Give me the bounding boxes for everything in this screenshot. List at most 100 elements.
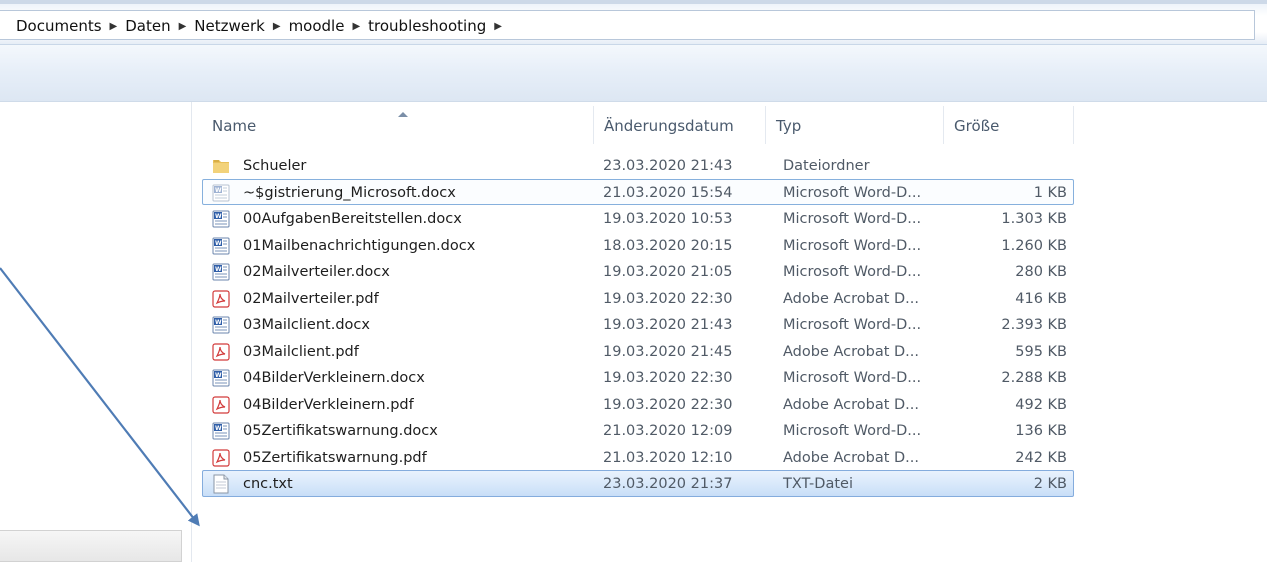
file-type: Microsoft Word-D... (783, 211, 922, 227)
file-date: 19.03.2020 21:45 (603, 343, 733, 360)
file-row[interactable]: 05Zertifikatswarnung.pdf 21.03.2020 12:10… (202, 444, 1074, 471)
column-header-size[interactable]: Größe (944, 106, 1074, 144)
file-name: 01Mailbenachrichtigungen.docx (243, 237, 476, 254)
file-name: ~$gistrierung_Microsoft.docx (243, 184, 456, 201)
file-type: Adobe Acrobat D... (783, 290, 920, 307)
file-date: 19.03.2020 21:43 (603, 317, 733, 333)
breadcrumb-moodle[interactable]: moodle (289, 17, 345, 35)
file-row[interactable]: W 03Mailclient.docx 19.03.2020 21:43 Micros… (202, 311, 1074, 338)
breadcrumb-chevron-icon[interactable]: ▶ (273, 21, 281, 32)
file-date: 19.03.2020 22:30 (603, 370, 733, 386)
svg-text:W: W (215, 240, 222, 247)
column-header-name-label: Name (212, 117, 257, 135)
column-header-name[interactable]: Name (202, 106, 594, 144)
pdf-icon (211, 395, 231, 415)
column-header-date-label: Änderungsdatum (604, 117, 734, 135)
file-type: Dateiordner (783, 158, 870, 174)
folder-icon (211, 156, 231, 176)
file-size: 595 KB (1015, 343, 1067, 360)
file-name: 05Zertifikatswarnung.pdf (243, 449, 427, 466)
file-size: 1 KB (1033, 184, 1067, 201)
navigation-pane-item[interactable] (0, 530, 182, 562)
file-name: 03Mailclient.pdf (243, 343, 359, 360)
file-type: Adobe Acrobat D... (783, 396, 920, 413)
breadcrumb: Documents ▶ Daten ▶ Netzwerk ▶ moodle ▶ … (16, 17, 510, 35)
word-document-icon: W (211, 209, 231, 229)
file-date: 19.03.2020 21:05 (603, 264, 733, 280)
breadcrumb-chevron-icon[interactable]: ▶ (110, 21, 118, 32)
svg-text:W: W (215, 266, 222, 273)
file-size: 136 KB (1015, 423, 1067, 439)
file-row[interactable]: Schueler 23.03.2020 21:43 Dateiordner (202, 152, 1074, 179)
word-document-icon: W (211, 236, 231, 256)
column-header-date[interactable]: Änderungsdatum (594, 106, 766, 144)
file-type: Adobe Acrobat D... (783, 449, 920, 466)
file-name: cnc.txt (243, 476, 293, 492)
file-size: 416 KB (1015, 290, 1067, 307)
file-size: 2.393 KB (1001, 317, 1067, 333)
command-toolbar (0, 44, 1267, 102)
breadcrumb-netzwerk[interactable]: Netzwerk (194, 17, 265, 35)
file-row[interactable]: W 05Zertifikatswarnung.docx 21.03.2020 12:… (202, 417, 1074, 444)
file-type: Microsoft Word-D... (783, 317, 922, 333)
file-row[interactable]: W 04BilderVerkleinern.docx 19.03.2020 22:3… (202, 364, 1074, 391)
file-date: 19.03.2020 10:53 (603, 211, 733, 227)
file-date: 19.03.2020 22:30 (603, 396, 733, 413)
file-name: 00AufgabenBereitstellen.docx (243, 211, 462, 227)
file-type: Microsoft Word-D... (783, 184, 922, 201)
file-row[interactable]: W 01Mailbenachrichtigungen.docx 18.03.2020… (202, 232, 1074, 259)
text-file-icon (211, 474, 231, 494)
file-row[interactable]: 02Mailverteiler.pdf 19.03.2020 22:30 Adobe… (202, 285, 1074, 312)
breadcrumb-documents[interactable]: Documents (16, 17, 102, 35)
file-size: 2.288 KB (1001, 370, 1067, 386)
column-header-type[interactable]: Typ (766, 106, 944, 144)
navigation-pane[interactable] (0, 102, 192, 562)
breadcrumb-daten[interactable]: Daten (125, 17, 170, 35)
column-header-type-label: Typ (776, 117, 802, 135)
column-header-row: Name Änderungsdatum Typ Größe (202, 106, 1074, 144)
file-list: Schueler 23.03.2020 21:43 Dateiordner W ~$gi… (202, 152, 1074, 497)
pdf-icon (211, 448, 231, 468)
file-name: 04BilderVerkleinern.pdf (243, 396, 414, 413)
file-type: Microsoft Word-D... (783, 237, 922, 254)
file-date: 21.03.2020 12:09 (603, 423, 733, 439)
file-size: 280 KB (1015, 264, 1067, 280)
pdf-icon (211, 289, 231, 309)
word-document-icon: W (211, 315, 231, 335)
word-document-icon: W (211, 421, 231, 441)
file-row[interactable]: 04BilderVerkleinern.pdf 19.03.2020 22:30 A… (202, 391, 1074, 418)
pdf-icon (211, 342, 231, 362)
file-type: TXT-Datei (783, 476, 853, 492)
file-size: 1.303 KB (1001, 211, 1067, 227)
breadcrumb-troubleshooting[interactable]: troubleshooting (368, 17, 486, 35)
file-row[interactable]: W ~$gistrierung_Microsoft.docx 21.03.2020 … (202, 178, 1074, 205)
file-date: 19.03.2020 22:30 (603, 290, 733, 307)
file-size: 2 KB (1033, 476, 1067, 492)
file-name: 02Mailverteiler.pdf (243, 290, 379, 307)
svg-text:W: W (215, 425, 222, 432)
word-temp-icon: W (211, 183, 231, 203)
breadcrumb-chevron-icon[interactable]: ▶ (352, 21, 360, 32)
file-row[interactable]: 03Mailclient.pdf 19.03.2020 21:45 Adobe Ac… (202, 338, 1074, 365)
file-type: Adobe Acrobat D... (783, 343, 920, 360)
file-size: 1.260 KB (1001, 237, 1067, 254)
word-document-icon: W (211, 368, 231, 388)
breadcrumb-chevron-icon[interactable]: ▶ (494, 21, 502, 32)
svg-text:W: W (215, 319, 222, 326)
file-name: 05Zertifikatswarnung.docx (243, 423, 438, 439)
file-row[interactable]: W 00AufgabenBereitstellen.docx 19.03.2020 … (202, 205, 1074, 232)
address-bar: Documents ▶ Daten ▶ Netzwerk ▶ moodle ▶ … (0, 0, 1267, 44)
file-type: Microsoft Word-D... (783, 370, 922, 386)
file-row[interactable]: cnc.txt 23.03.2020 21:37 TXT-Datei 2 KB (202, 470, 1074, 497)
column-header-size-label: Größe (954, 117, 1000, 135)
svg-text:W: W (215, 187, 222, 194)
breadcrumb-chevron-icon[interactable]: ▶ (179, 21, 187, 32)
file-row[interactable]: W 02Mailverteiler.docx 19.03.2020 21:05 Mic… (202, 258, 1074, 285)
file-type: Microsoft Word-D... (783, 423, 922, 439)
file-date: 18.03.2020 20:15 (603, 237, 733, 254)
file-type: Microsoft Word-D... (783, 264, 922, 280)
file-size: 492 KB (1015, 396, 1067, 413)
sort-ascending-icon (398, 112, 408, 117)
file-date: 23.03.2020 21:43 (603, 158, 733, 174)
file-date: 21.03.2020 15:54 (603, 184, 733, 201)
